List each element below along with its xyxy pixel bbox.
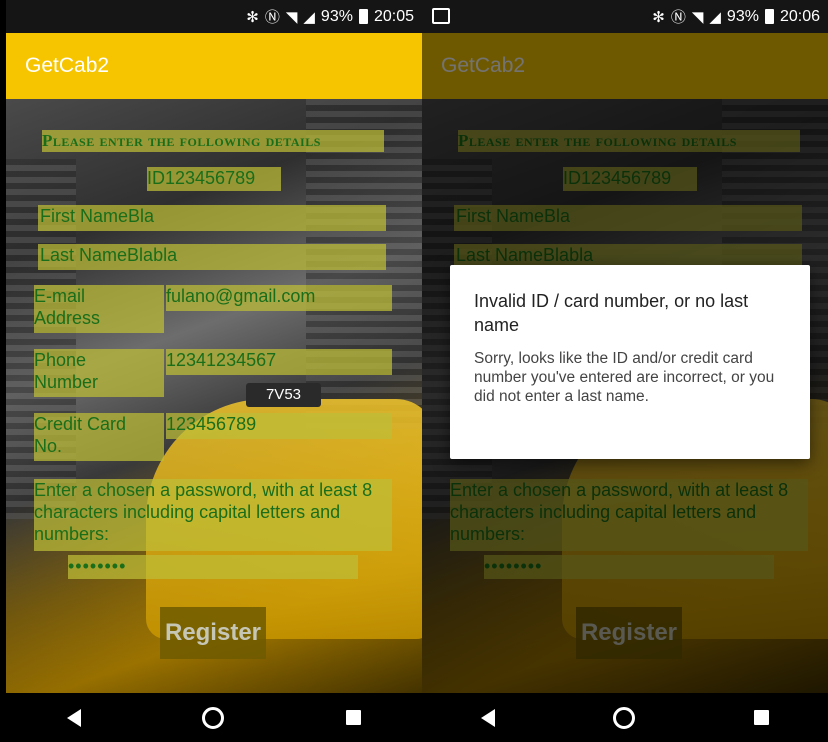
home-icon[interactable]: [202, 706, 225, 729]
nav-bar: [422, 693, 828, 742]
card-label: Credit Card No.: [34, 413, 164, 461]
id-field[interactable]: ID123456789: [147, 167, 281, 191]
dialog-message: Sorry, looks like the ID and/or credit c…: [474, 350, 775, 405]
last-name-field[interactable]: Blabla: [127, 245, 177, 265]
bluetooth-icon: ✻: [246, 8, 259, 26]
wifi-icon: ◥: [285, 8, 298, 26]
form-heading: Please enter the following details: [42, 130, 384, 152]
nav-bar: [6, 693, 422, 742]
last-name-label: Last Name: [40, 245, 128, 265]
battery-icon: [358, 9, 368, 24]
battery-percent: 93%: [726, 7, 759, 25]
battery-percent: 93%: [320, 7, 353, 25]
first-name-row: First NameBla: [38, 205, 386, 231]
last-name-row: Last NameBlabla: [38, 244, 386, 270]
bluetooth-icon: ✻: [652, 8, 665, 26]
back-icon[interactable]: [481, 708, 496, 727]
card-field[interactable]: 123456789: [166, 413, 392, 439]
clock: 20:05: [373, 7, 414, 25]
card-label-line1: Credit Card: [34, 414, 127, 434]
phone-screen-form: ✻ Ⓝ ◥ ◢ 93% 20:05 GetCab2 7V53 Please en…: [6, 0, 422, 742]
phone-label-line1: Phone: [34, 350, 87, 370]
email-label: E-mail Address: [34, 285, 164, 333]
phone-label: Phone Number: [34, 349, 164, 397]
error-dialog: Invalid ID / card number, or no last nam…: [450, 265, 810, 459]
clock: 20:06: [779, 7, 820, 25]
recents-icon[interactable]: [753, 710, 769, 725]
password-hint: Enter a chosen a password, with at least…: [34, 479, 392, 551]
signal-icon: ◢: [709, 8, 721, 26]
card-label-line2: No.: [34, 436, 63, 456]
register-button[interactable]: Register: [160, 607, 266, 659]
home-icon[interactable]: [613, 706, 636, 729]
gallery-notification-icon: [432, 8, 450, 24]
back-icon[interactable]: [66, 708, 81, 727]
phone-field[interactable]: 12341234567: [166, 349, 392, 375]
taxi-roof-sign: 7V53: [246, 383, 321, 407]
app-bar: GetCab2: [6, 33, 422, 99]
email-field[interactable]: fulano@gmail.com: [166, 285, 392, 311]
status-bar: ✻ Ⓝ ◥ ◢ 93% 20:06: [422, 0, 828, 33]
nfc-icon: Ⓝ: [670, 9, 686, 26]
recents-icon[interactable]: [346, 710, 362, 725]
form-content: 7V53 Please enter the following details …: [6, 99, 422, 693]
email-label-line1: E-mail: [34, 286, 86, 306]
phone-screen-dialog: ✻ Ⓝ ◥ ◢ 93% 20:06 GetCab2 Please enter t…: [422, 0, 828, 742]
signal-icon: ◢: [303, 8, 315, 26]
wifi-icon: ◥: [691, 8, 704, 26]
phone-label-line2: Number: [34, 372, 99, 392]
battery-icon: [764, 9, 774, 24]
dialog-title: Invalid ID / card number, or no last nam…: [474, 291, 749, 335]
status-bar: ✻ Ⓝ ◥ ◢ 93% 20:05: [6, 0, 422, 33]
first-name-label: First Name: [40, 206, 129, 226]
first-name-field[interactable]: Bla: [128, 206, 154, 226]
app-title: GetCab2: [25, 54, 110, 77]
password-field[interactable]: ••••••••: [68, 555, 358, 579]
nfc-icon: Ⓝ: [264, 9, 280, 26]
email-label-line2: Address: [34, 308, 101, 328]
